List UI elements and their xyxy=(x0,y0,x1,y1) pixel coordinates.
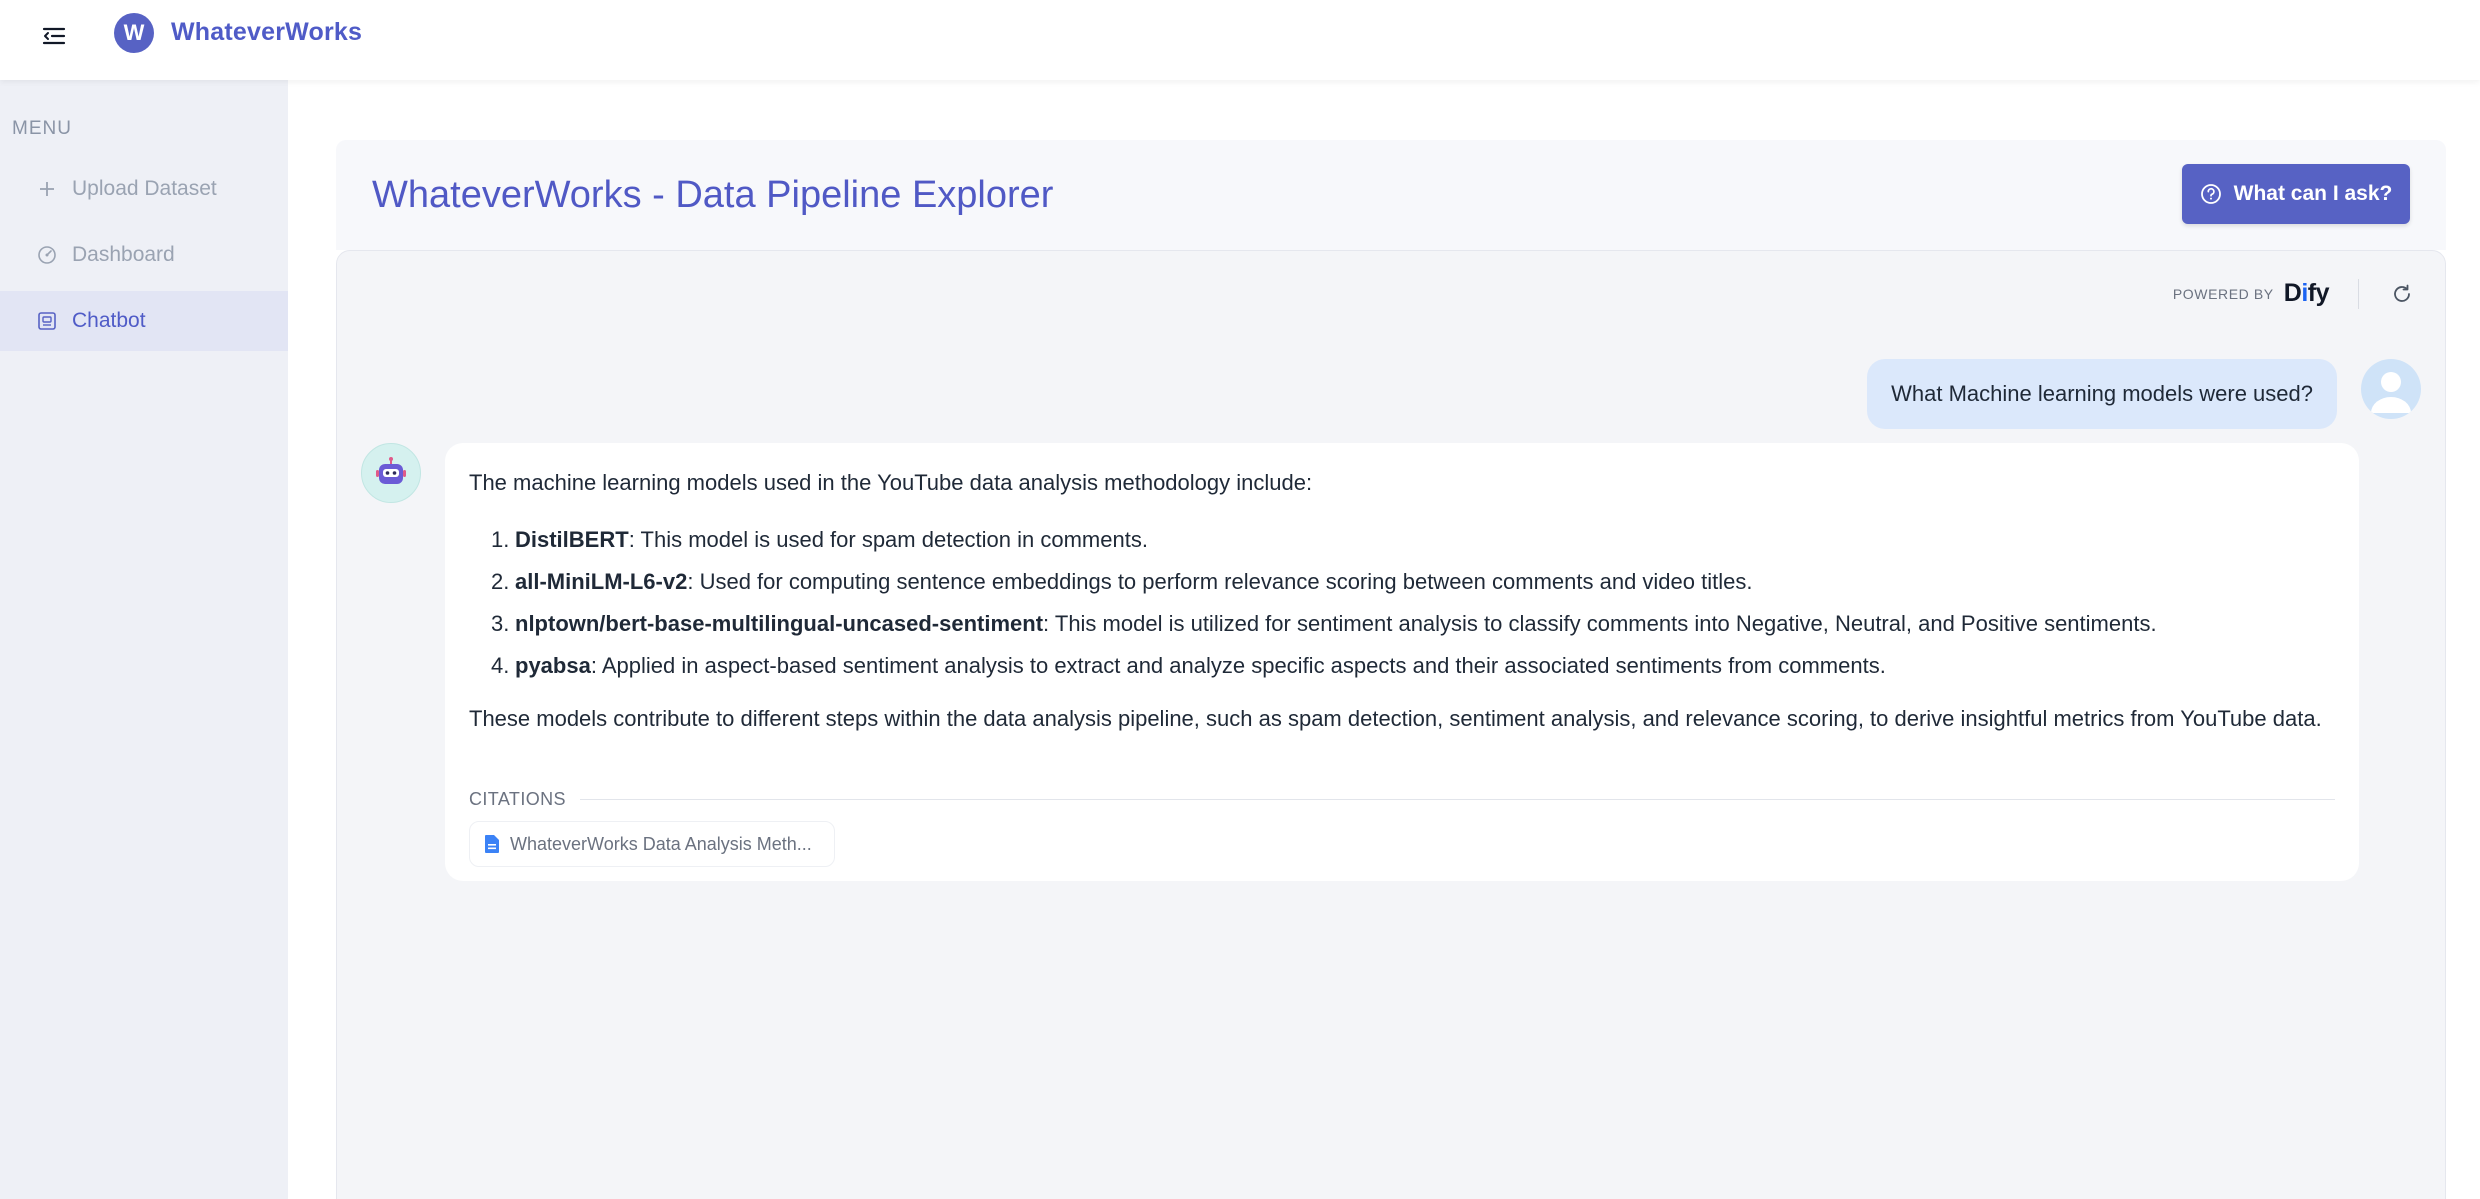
citations-label: CITATIONS xyxy=(469,789,566,809)
what-can-i-ask-button[interactable]: What can I ask? xyxy=(2182,164,2410,224)
top-bar: W WhateverWorks xyxy=(0,0,2480,80)
sidebar-item-dashboard[interactable]: Dashboard xyxy=(0,225,288,285)
model-name: pyabsa xyxy=(515,653,591,678)
document-icon xyxy=(484,834,500,854)
brand-logo[interactable]: W xyxy=(114,13,154,53)
bot-outro-text: These models contribute to different ste… xyxy=(469,706,2322,731)
page-header: WhateverWorks - Data Pipeline Explorer W… xyxy=(336,140,2446,250)
user-avatar xyxy=(2361,359,2421,419)
sidebar-item-label: Chatbot xyxy=(72,309,146,332)
menu-toggle-icon[interactable] xyxy=(38,20,70,52)
dify-logo: Dify xyxy=(2283,279,2330,307)
model-name: DistilBERT xyxy=(515,527,629,552)
page-title: WhateverWorks - Data Pipeline Explorer xyxy=(372,174,1054,216)
model-list: 1. DistilBERT: This model is used for spa… xyxy=(469,519,2335,687)
citation-title: WhateverWorks Data Analysis Meth... xyxy=(510,834,812,854)
sidebar-item-label: Upload Dataset xyxy=(72,177,217,200)
main-content: WhateverWorks - Data Pipeline Explorer W… xyxy=(288,80,2480,1199)
list-item: 2. all-MiniLM-L6-v2: Used for computing s… xyxy=(491,569,1753,594)
sidebar: MENU Upload Dataset Dashboard Chatbot xyxy=(0,80,288,1199)
what-can-i-ask-label: What can I ask? xyxy=(2233,182,2393,205)
sidebar-item-upload-dataset[interactable]: Upload Dataset xyxy=(0,159,288,219)
citation-chip[interactable]: WhateverWorks Data Analysis Meth... xyxy=(469,821,835,867)
model-name: all-MiniLM-L6-v2 xyxy=(515,569,688,594)
sidebar-heading: MENU xyxy=(12,118,72,139)
bot-avatar xyxy=(361,443,421,503)
powered-by-dify[interactable]: POWERED BY Dify xyxy=(2172,279,2330,308)
sidebar-item-label: Dashboard xyxy=(72,243,175,266)
bot-intro-text: The machine learning models used in the … xyxy=(469,470,1313,495)
help-circle-icon xyxy=(2200,183,2222,205)
powered-by-label: POWERED BY xyxy=(2172,285,2274,302)
user-message: What Machine learning models were used? xyxy=(1867,359,2337,429)
refresh-icon[interactable] xyxy=(2387,279,2417,309)
gauge-icon xyxy=(36,244,58,266)
sidebar-item-chatbot[interactable]: Chatbot xyxy=(0,291,288,351)
plus-icon xyxy=(36,178,58,200)
model-name: nlptown/bert-base-multilingual-uncased-s… xyxy=(515,611,1044,636)
chat-panel: POWERED BY Dify What Machine learning mo… xyxy=(336,250,2446,1199)
citations-divider xyxy=(579,798,2335,800)
brand-name[interactable]: WhateverWorks xyxy=(171,18,362,47)
list-item: 3. nlptown/bert-base-multilingual-uncased… xyxy=(491,611,2157,636)
header-divider xyxy=(2358,279,2359,309)
list-item: 4. pyabsa: Applied in aspect-based sentim… xyxy=(491,653,1886,678)
list-item: 1. DistilBERT: This model is used for spa… xyxy=(491,527,1148,552)
citations-header: CITATIONS xyxy=(469,781,2335,817)
bot-message: The machine learning models used in the … xyxy=(445,443,2359,881)
chatbot-icon xyxy=(36,310,58,332)
